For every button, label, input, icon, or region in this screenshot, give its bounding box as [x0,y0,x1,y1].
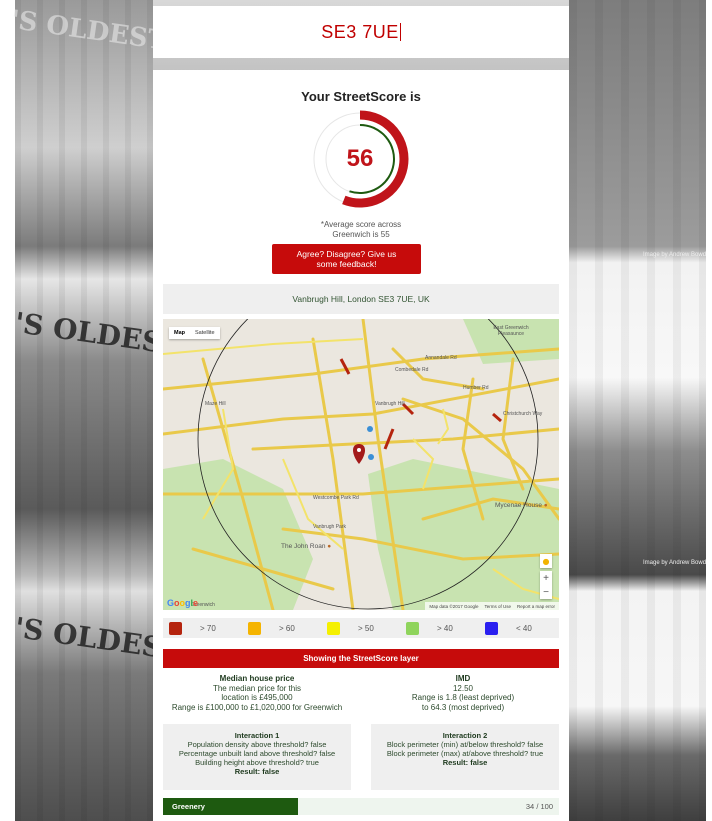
interaction-heading: Interaction 1 [234,731,280,740]
route-marker [367,426,373,432]
median-price-line: The median price for this [212,683,302,693]
terms-link[interactable]: Terms of Use [484,604,511,609]
layer-toggle-bar[interactable]: Showing the StreetScore layer [163,649,559,668]
text-cursor [399,23,401,41]
legend-swatch [485,621,498,635]
greenery-progress-bar: Greenery [163,798,298,815]
street-view-pegman-icon[interactable]: ● [540,554,552,568]
imd-value: 12.50 [452,683,474,693]
legend-item: > 60 [242,621,321,635]
background-photo-left [15,0,153,821]
legend-swatch [248,621,261,635]
report-error-link[interactable]: Report a map error [517,604,555,609]
resolved-address: Vanbrugh Hill, London SE3 7UE, UK [163,284,559,314]
school-icon: ● [327,543,332,550]
background-photo-right [569,0,706,821]
imd-range: to 64.3 (most deprived) [421,702,505,712]
legend-swatch [327,621,340,635]
interaction-line: Block perimeter (min) at/below threshold… [386,740,544,749]
route-marker [368,454,374,460]
map-type-control[interactable]: Map Satellite [169,327,220,339]
interaction-result: Result: false [442,758,488,767]
interaction-line: Block perimeter (max) at/above threshold… [386,749,544,758]
map-label-mycenae-house: Mycenae House ● [495,502,548,509]
zoom-control[interactable]: + − [540,571,552,599]
map-label-east-greenwich: East Greenwich Pleasaunce [493,325,529,337]
imd-info: IMD 12.50 Range is 1.8 (least deprived) … [365,674,561,712]
map-type-map-button[interactable]: Map [169,327,190,339]
map-label-annandale: Annandale Rd [425,355,457,361]
streetscore-map[interactable]: Map Satellite Maze Hill Humber Rd Combed… [163,319,559,610]
legend-item: < 40 [479,621,558,635]
location-pin[interactable] [353,444,365,464]
legend-swatch [406,621,419,635]
map-data-credit: Map data ©2017 Google [429,603,479,609]
average-note-line: *Average score across [320,220,402,229]
score-value: 56 [346,145,374,172]
map-label-combedale: Combedale Rd [395,367,429,373]
map-label-westcombe-park: Westcombe Park Rd [313,495,359,501]
map-label-maze-hill: Maze Hill [205,401,226,407]
google-logo: Google [167,598,199,608]
greenery-score-row[interactable]: Greenery 34 / 100 [163,798,559,815]
interaction-line: Building height above threshold? true [195,758,319,767]
map-type-satellite-button[interactable]: Satellite [190,327,220,339]
legend-label: > 50 [358,623,374,633]
score-legend: > 70 > 60 > 50 > 40 < 40 [163,618,559,638]
interaction-heading: Interaction 2 [442,731,488,740]
map-label-vanbrugh-hill: Vanbrugh Hill [375,401,405,407]
zoom-in-button[interactable]: + [540,571,552,585]
imd-range: Range is 1.8 (least deprived) [411,693,515,702]
image-credit: Image by Andrew Bowd [643,252,707,258]
map-canvas[interactable] [163,319,559,610]
postcode-search-bar[interactable]: SE3 7UE [153,6,569,58]
interaction-1-box: Interaction 1 Population density above t… [163,724,351,790]
map-label-john-roan: The John Roan ● [281,543,332,550]
results-panel: Your StreetScore is 56 *Average score ac… [153,70,569,821]
legend-label: > 70 [200,623,216,633]
median-price-line: location is £495,000 [221,693,293,702]
legend-item: > 40 [400,621,479,635]
median-price-range: Range is £100,000 to £1,020,000 for Gree… [171,702,343,712]
image-credit: Image by Andrew Bowd [643,560,707,566]
feedback-button-label: some feedback! [316,259,377,269]
map-label-humber: Humber Rd [463,385,489,391]
legend-item: > 70 [163,621,242,635]
interaction-result: Result: false [234,767,280,776]
interaction-2-box: Interaction 2 Block perimeter (min) at/b… [371,724,559,790]
legend-label: < 40 [516,623,532,633]
legend-label: > 40 [437,623,453,633]
map-label-vanbrugh-park: Vanbrugh Park [313,524,346,530]
average-note-line: Greenwich is 55 [332,230,390,239]
median-house-price: Median house price The median price for … [159,674,355,712]
median-price-heading: Median house price [219,674,295,683]
average-score-note: *Average score across Greenwich is 55 [153,220,569,240]
interaction-line: Percentage unbuilt land above threshold?… [178,749,336,758]
postcode-input[interactable]: SE3 7UE [321,22,399,43]
interaction-line: Population density above threshold? fals… [187,740,327,749]
legend-item: > 50 [321,621,400,635]
feedback-button[interactable]: Agree? Disagree? Give us some feedback! [272,244,421,274]
greenery-score-value: 34 / 100 [525,802,553,811]
landmark-icon: ● [543,502,548,509]
map-attribution: Map data ©2017 Google Terms of Use Repor… [425,602,559,610]
map-label-christchurch: Christchurch Way [503,411,543,417]
score-title: Your StreetScore is [301,89,421,104]
legend-swatch [169,621,182,635]
imd-heading: IMD [455,674,471,683]
greenery-label: Greenery [172,802,205,811]
zoom-out-button[interactable]: − [540,585,552,599]
feedback-button-label: Agree? Disagree? Give us [296,249,397,259]
legend-label: > 60 [279,623,295,633]
